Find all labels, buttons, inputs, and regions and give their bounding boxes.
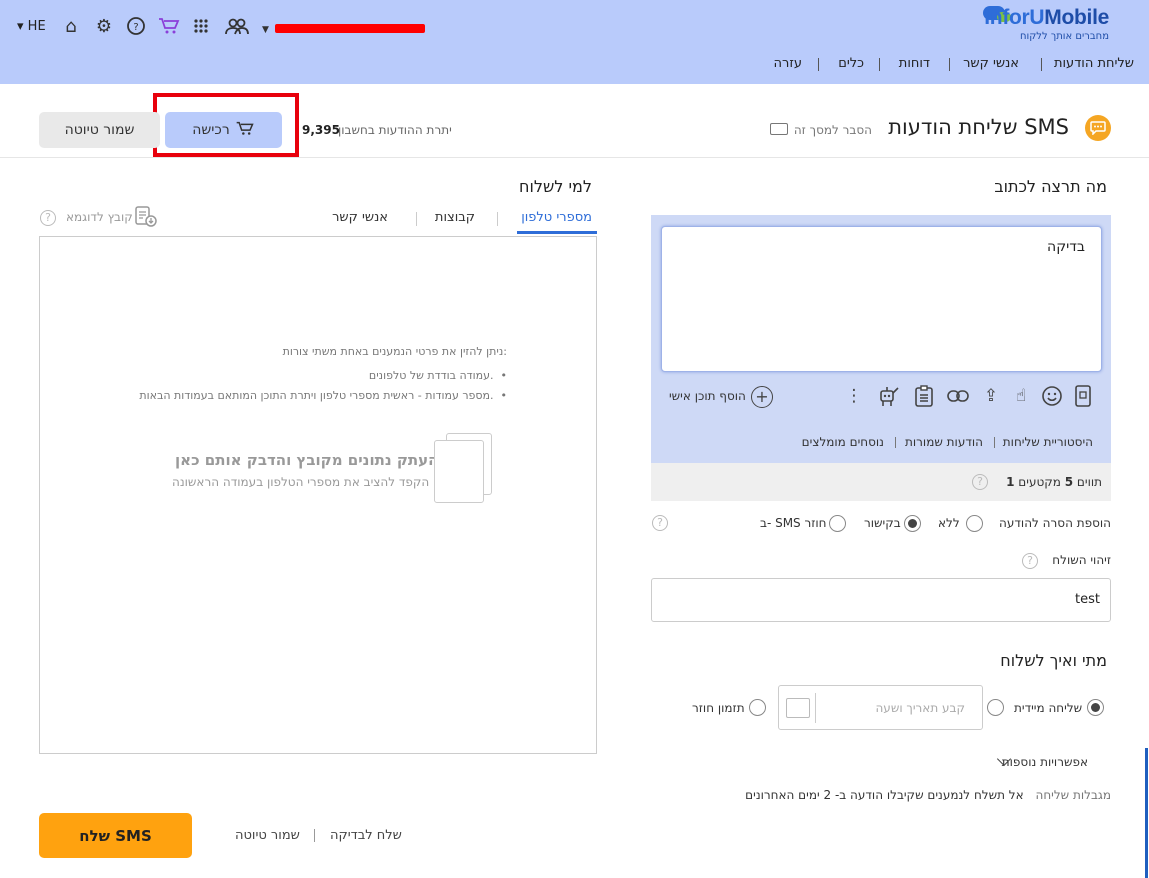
tab-underline (517, 231, 597, 234)
calendar-icon[interactable] (786, 698, 810, 718)
documents-icon-front (434, 440, 484, 503)
send-sms-button[interactable]: שלח SMS (39, 813, 192, 858)
immediate-radio[interactable] (1087, 699, 1104, 716)
help-icon[interactable]: ? (40, 210, 56, 226)
removal-label: הוספת הסרה להודעה (999, 516, 1111, 530)
help-icon[interactable]: ? (1022, 553, 1038, 569)
schedule-heading: מתי ואיך לשלוח (1000, 651, 1107, 670)
link-divider (895, 437, 896, 448)
contacts-icon[interactable] (224, 15, 250, 37)
removal-link-label: בקישור (864, 516, 901, 530)
limits-label: מגבלות שליחה (1035, 788, 1111, 802)
removal-sms-label: ב- SMS חוזר (760, 516, 827, 530)
schedule-date-radio[interactable] (987, 699, 1004, 716)
save-draft-link[interactable]: שמור טיוטה (235, 828, 300, 843)
more-vertical-icon[interactable]: ⋮ (844, 384, 864, 408)
help-icon[interactable]: ? (972, 474, 988, 490)
char-counter: תווים 5 מקטעים 1 (1006, 475, 1102, 489)
logo[interactable]: InforUMobile (984, 6, 1109, 30)
tab-contacts[interactable]: אנשי קשר (332, 210, 388, 225)
nav-divider (949, 58, 950, 71)
removal-sms-radio[interactable] (829, 515, 846, 532)
immediate-label: שליחה מיידית (1014, 701, 1083, 715)
message-textarea[interactable]: בדיקה (661, 226, 1102, 372)
tab-divider (416, 212, 417, 226)
balance-value: 9,395 (302, 123, 340, 137)
instruction-item: מספר עמודות - ראשית מספרי טלפון ויתרת הת… (139, 389, 507, 402)
svg-text:?: ? (133, 22, 138, 33)
nav-divider (818, 58, 819, 71)
logo-tagline: מחברים אותך ללקוח (1019, 31, 1109, 42)
nav-tools[interactable]: כלים (838, 56, 864, 71)
removal-none-radio[interactable] (966, 515, 983, 532)
tab-phone-numbers[interactable]: מספרי טלפון (521, 210, 592, 225)
phone-preview-icon[interactable] (1071, 384, 1095, 408)
emoji-icon[interactable] (1040, 384, 1064, 408)
instructions-title: ניתן להזין את פרטי הנמענים באחת משתי צור… (282, 345, 507, 358)
top-bar (0, 0, 1149, 84)
recommended-templates-link[interactable]: נוסחים מומלצים (802, 435, 884, 449)
gear-icon[interactable]: ⚙ (93, 15, 115, 37)
tab-divider (497, 212, 498, 226)
send-limits: מגבלות שליחה אל תשלח לנמענים שקיבלו הודע… (745, 788, 1111, 802)
date-divider (815, 693, 816, 723)
nav-send-messages[interactable]: שליחת הודעות (1054, 56, 1134, 71)
recurring-radio[interactable] (749, 699, 766, 716)
removal-link-radio[interactable] (904, 515, 921, 532)
recipients-paste-area[interactable] (39, 236, 597, 754)
clipboard-icon[interactable] (912, 384, 936, 408)
video-icon[interactable] (770, 123, 788, 135)
removal-none-label: ללא (938, 516, 960, 530)
nav-reports[interactable]: דוחות (899, 56, 930, 71)
apps-grid-icon[interactable] (190, 15, 212, 37)
save-draft-button[interactable]: שמור טיוטה (39, 112, 160, 148)
cart-icon[interactable] (158, 15, 180, 37)
tab-groups[interactable]: קבוצות (435, 210, 475, 225)
nav-help[interactable]: עזרה (774, 56, 802, 71)
limits-text[interactable]: אל תשלח לנמענים שקיבלו הודעה ב- 2 ימים ה… (745, 788, 1023, 802)
footer-divider (314, 829, 315, 842)
nav-divider (1041, 58, 1042, 71)
file-download-icon[interactable] (134, 206, 158, 228)
sample-file-link[interactable]: קובץ לדוגמא (66, 210, 133, 224)
nav-divider (879, 58, 880, 71)
caret-down-icon[interactable]: ▼ (262, 25, 269, 35)
robot-icon[interactable] (876, 384, 900, 408)
language-selector[interactable]: ▾ HE (17, 19, 46, 34)
home-icon[interactable]: ⌂ (60, 15, 82, 37)
touch-icon[interactable]: ☝ (1009, 384, 1033, 408)
sender-input[interactable]: test (651, 578, 1111, 622)
header-divider (0, 157, 1149, 158)
sender-label: זיהוי השולח (1052, 553, 1111, 567)
scroll-edge (1145, 748, 1148, 878)
nav-contacts[interactable]: אנשי קשר (963, 56, 1019, 71)
link-divider (994, 437, 995, 448)
help-bubble-icon[interactable]: ? (125, 15, 147, 37)
history-link[interactable]: היסטוריית שליחות (1003, 435, 1093, 449)
compose-heading: מה תרצה לכתוב (994, 177, 1107, 196)
saved-messages-link[interactable]: הודעות שמורות (905, 435, 983, 449)
balance-label: יתרת ההודעות בחשבון (338, 123, 452, 137)
date-placeholder: קבע תאריך ושעה (875, 701, 965, 715)
help-icon[interactable]: ? (652, 515, 668, 531)
page-title: שליחת הודעות SMS (888, 115, 1069, 139)
redacted-username[interactable] (275, 24, 425, 33)
paste-title: העתק נתונים מקובץ והדבק אותם כאן (175, 451, 439, 469)
add-circle-icon[interactable]: + (751, 386, 773, 408)
link-icon[interactable] (946, 384, 970, 408)
recipients-heading: למי לשלוח (519, 177, 592, 196)
highlight-box (153, 93, 299, 157)
send-test-link[interactable]: שלח לבדיקה (330, 828, 402, 843)
person-upload-icon[interactable]: ⇪ (979, 384, 1003, 408)
more-options-toggle[interactable]: אפשרויות נוספות (1002, 755, 1088, 769)
instruction-item: עמודה בודדת של טלפונים. • (368, 369, 507, 382)
paste-subtitle: הקפד להציב את מספרי הטלפון בעמודה הראשונ… (172, 475, 430, 489)
sms-bubble-icon (1085, 115, 1111, 141)
explain-screen-link[interactable]: הסבר למסך זה (794, 123, 872, 137)
recurring-label: תזמון חוזר (692, 701, 745, 715)
add-personal-content-label[interactable]: הוסף תוכן אישי (669, 389, 746, 403)
